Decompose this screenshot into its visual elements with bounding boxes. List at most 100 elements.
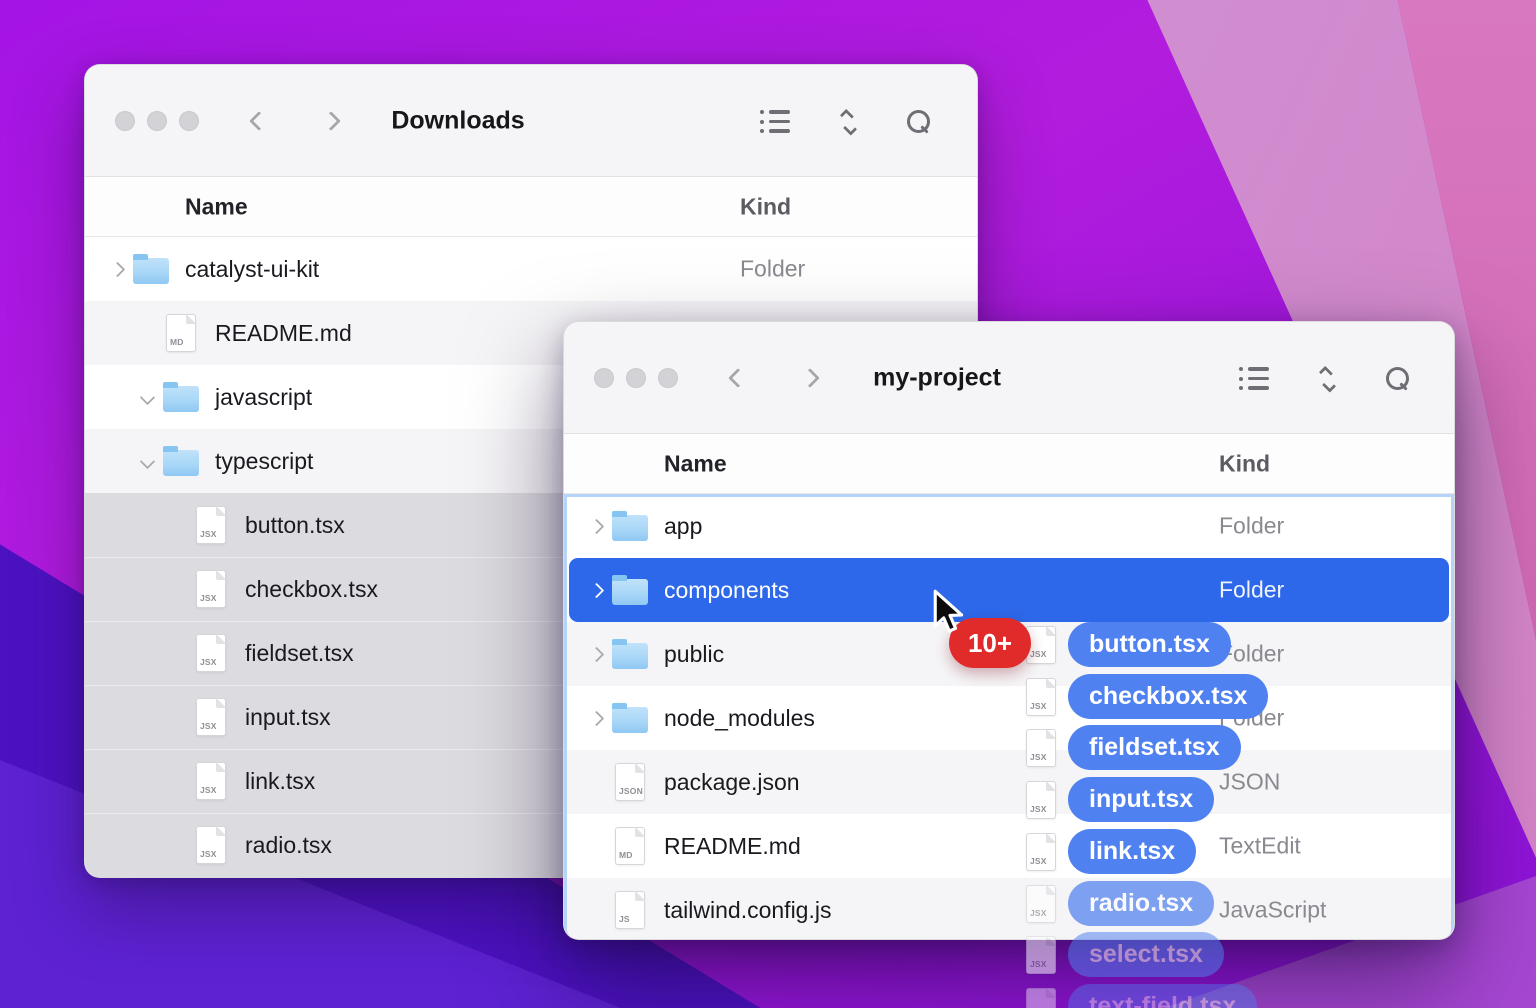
chevron-slot [584,649,608,660]
file-name: node_modules [664,705,815,732]
name-cell: JSX input.tsx [85,685,331,749]
name-cell: JSX radio.tsx [85,813,332,877]
name-cell: typescript [85,429,313,493]
name-cell: MD README.md [85,301,352,365]
document-icon: JSX [196,506,226,544]
file-name: public [664,641,724,668]
icon-slot: JSX [193,506,229,544]
finder-window-my-project[interactable]: my-project Name Kind appFoldercomponents… [563,321,1455,940]
file-list: appFoldercomponentsFolderpublicFoldernod… [564,494,1454,940]
chevron-slot [105,264,129,275]
file-name: tailwind.config.js [664,897,831,924]
document-icon: JSX [196,698,226,736]
file-type-label: JSX [200,721,217,731]
file-row-tailwind-config-js[interactable]: JStailwind.config.jsJavaScript [564,878,1454,940]
folder-icon [612,643,648,669]
document-icon: JSX [196,570,226,608]
icon-slot: JSX [193,634,229,672]
forward-button[interactable] [796,364,824,392]
file-name: input.tsx [245,704,331,731]
file-name: typescript [215,448,313,475]
kind-label: Folder [1219,641,1284,668]
chevron-left-icon [249,111,269,131]
folder-row-public[interactable]: public Folder [564,622,1454,686]
chevron-right-icon[interactable] [588,646,604,662]
icon-slot [163,447,199,476]
file-type-label: JS [619,914,630,924]
chevron-right-icon[interactable] [588,582,604,598]
folder-row-node-modules[interactable]: node_modules Folder [564,686,1454,750]
downloads-toolbar[interactable]: Downloads [85,65,977,177]
file-type-label: JSX [200,849,217,859]
chevron-right-icon[interactable] [588,518,604,534]
file-name: README.md [664,833,801,860]
document-icon: JS [615,891,645,929]
chevron-right-icon[interactable] [588,710,604,726]
file-row-package-json[interactable]: JSON package.jsonJSON [564,750,1454,814]
file-name: README.md [215,320,352,347]
column-headers: Name Kind [564,434,1454,494]
document-icon: JSX [196,634,226,672]
sort-button[interactable] [838,110,858,134]
chevron-slot [135,456,159,467]
zoom-button[interactable] [658,368,678,388]
search-button[interactable] [1386,367,1410,391]
name-cell: components [569,558,789,622]
list-view-button[interactable] [1239,367,1269,390]
name-cell: JSON package.json [564,750,800,814]
chevron-down-icon[interactable] [139,389,155,405]
minimize-button[interactable] [147,111,167,131]
search-button[interactable] [907,110,931,134]
column-header-kind[interactable]: Kind [1219,450,1270,477]
kind-label: Folder [1219,705,1284,732]
icon-slot: JSX [193,570,229,608]
column-header-name[interactable]: Name [185,193,248,220]
chevron-slot [584,713,608,724]
drop-target-area: appFoldercomponentsFolderpublicFoldernod… [564,494,1454,940]
icon-slot: MD [612,827,648,865]
folder-icon [163,386,199,412]
name-cell: javascript [85,365,312,429]
list-view-button[interactable] [760,110,790,133]
zoom-button[interactable] [179,111,199,131]
folder-icon [612,707,648,733]
file-name: link.tsx [245,768,315,795]
window-title: Downloads [391,107,524,136]
traffic-lights [594,368,678,388]
window-title: my-project [873,364,1001,393]
chevron-right-icon[interactable] [109,261,125,277]
folder-icon [163,450,199,476]
column-header-kind[interactable]: Kind [740,193,791,220]
back-button[interactable] [245,107,273,135]
sort-button[interactable] [1317,367,1337,391]
file-name: radio.tsx [245,832,332,859]
name-cell: JSXcheckbox.tsx [85,557,378,621]
traffic-lights [115,111,199,131]
back-button[interactable] [724,364,752,392]
name-cell: JSXbutton.tsx [85,493,345,557]
file-type-label: JSON [619,786,643,796]
file-row-readme-md[interactable]: MDREADME.mdTextEdit [564,814,1454,878]
folder-row-components[interactable]: componentsFolder [569,558,1449,622]
chevron-right-icon [800,368,820,388]
minimize-button[interactable] [626,368,646,388]
chevron-down-icon[interactable] [139,453,155,469]
column-header-name[interactable]: Name [664,450,727,477]
document-icon: MD [166,314,196,352]
icon-slot [612,512,648,541]
folder-row-app[interactable]: appFolder [564,494,1454,558]
chevron-slot [135,392,159,403]
close-button[interactable] [115,111,135,131]
document-icon: JSX [196,762,226,800]
icon-slot [612,576,648,605]
name-cell: node_modules [564,686,815,750]
forward-button[interactable] [317,107,345,135]
icon-slot: JS [612,891,648,929]
icon-slot [133,255,169,284]
name-cell: JSXfieldset.tsx [85,621,354,685]
folder-row-catalyst-ui-kit[interactable]: catalyst-ui-kitFolder [85,237,977,301]
close-button[interactable] [594,368,614,388]
name-cell: MD README.md [564,814,801,878]
my-project-toolbar[interactable]: my-project [564,322,1454,434]
file-name: package.json [664,769,800,796]
